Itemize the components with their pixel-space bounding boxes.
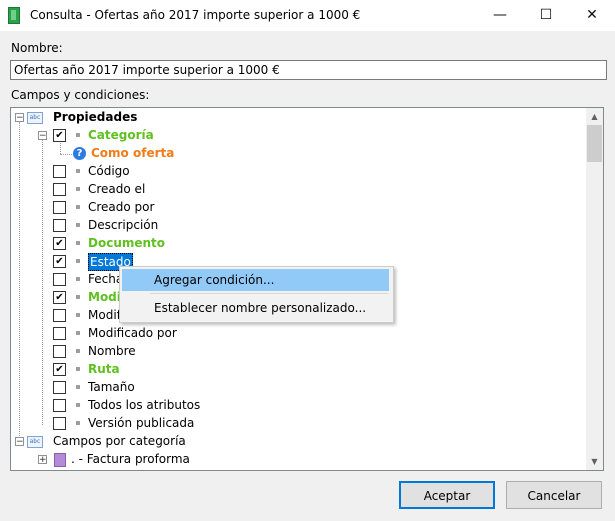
checkbox[interactable] bbox=[53, 399, 66, 412]
scroll-thumb[interactable] bbox=[587, 125, 602, 162]
bullet-icon bbox=[76, 277, 80, 281]
bullet-icon bbox=[76, 295, 80, 299]
cancel-button[interactable]: Cancelar bbox=[506, 481, 602, 509]
maximize-button[interactable]: ☐ bbox=[523, 0, 569, 31]
bullet-icon bbox=[76, 169, 80, 173]
tree-item[interactable]: Descripción bbox=[88, 216, 158, 234]
scroll-up-icon[interactable]: ▲ bbox=[586, 108, 603, 125]
vertical-scrollbar[interactable]: ▲ ▼ bbox=[586, 108, 603, 470]
title-bar: Consulta - Ofertas año 2017 importe supe… bbox=[0, 0, 615, 31]
question-icon: ? bbox=[73, 147, 86, 160]
checkbox[interactable] bbox=[53, 417, 66, 430]
checkbox-checked[interactable]: ✔ bbox=[53, 129, 66, 142]
tree-guide-line bbox=[19, 122, 20, 442]
scroll-down-icon[interactable]: ▼ bbox=[586, 453, 603, 470]
checkbox[interactable] bbox=[53, 219, 66, 232]
tree-item[interactable]: Nombre bbox=[88, 342, 136, 360]
bullet-icon bbox=[76, 259, 80, 263]
tree-item[interactable]: Ruta bbox=[88, 360, 120, 378]
checkbox[interactable] bbox=[53, 345, 66, 358]
tree-item[interactable]: Modif bbox=[88, 306, 121, 324]
checkbox[interactable] bbox=[53, 273, 66, 286]
tree-item[interactable]: Documento bbox=[88, 234, 165, 252]
tree-item-factura-proforma[interactable]: . - Factura proforma bbox=[71, 450, 190, 468]
tree-item[interactable]: Código bbox=[88, 162, 130, 180]
abc-field-icon: abc bbox=[27, 112, 43, 124]
tree-guide-line bbox=[42, 140, 43, 425]
checkbox-checked[interactable]: ✔ bbox=[53, 363, 66, 376]
tree-item-campos-por-categoria[interactable]: Campos por categoría bbox=[53, 432, 186, 450]
tree-item-como-oferta[interactable]: Como oferta bbox=[91, 144, 174, 162]
checkbox[interactable] bbox=[53, 327, 66, 340]
bullet-icon bbox=[76, 223, 80, 227]
tree-guide-line bbox=[60, 140, 61, 154]
tree-item[interactable]: Versión publicada bbox=[88, 414, 194, 432]
window-title: Consulta - Ofertas año 2017 importe supe… bbox=[30, 8, 361, 22]
context-menu: Agregar condición... Establecer nombre p… bbox=[119, 266, 394, 323]
checkbox[interactable] bbox=[53, 381, 66, 394]
tree-item[interactable]: Tamaño bbox=[88, 378, 135, 396]
tree-item[interactable]: Creado el bbox=[88, 180, 145, 198]
name-label: Nombre: bbox=[11, 41, 63, 55]
close-button[interactable]: ✕ bbox=[569, 0, 615, 31]
checkbox[interactable] bbox=[53, 201, 66, 214]
fields-label: Campos y condiciones: bbox=[11, 88, 150, 102]
bullet-icon bbox=[76, 313, 80, 317]
tree-item[interactable]: Creado por bbox=[88, 198, 154, 216]
bullet-icon bbox=[76, 133, 80, 137]
app-icon bbox=[8, 7, 20, 24]
checkbox[interactable] bbox=[53, 183, 66, 196]
tree-guide-line bbox=[60, 154, 72, 155]
bullet-icon bbox=[76, 205, 80, 209]
expand-icon[interactable]: + bbox=[38, 455, 47, 465]
tree-item[interactable]: Todos los atributos bbox=[88, 396, 200, 414]
name-input[interactable]: Ofertas año 2017 importe superior a 1000… bbox=[10, 60, 607, 80]
checkbox[interactable] bbox=[53, 309, 66, 322]
abc-field-icon: abc bbox=[27, 436, 43, 448]
bullet-icon bbox=[76, 385, 80, 389]
tree-item-categoria[interactable]: Categoría bbox=[88, 126, 154, 144]
checkbox-checked[interactable]: ✔ bbox=[53, 255, 66, 268]
minimize-button[interactable]: — bbox=[477, 0, 523, 31]
tree-root-propiedades[interactable]: Propiedades bbox=[53, 108, 137, 126]
tree-item[interactable]: Modificado por bbox=[88, 324, 177, 342]
collapse-icon[interactable]: − bbox=[15, 113, 24, 123]
bullet-icon bbox=[76, 367, 80, 371]
accept-button[interactable]: Aceptar bbox=[399, 481, 495, 509]
menu-separator bbox=[150, 293, 388, 294]
checkbox-checked[interactable]: ✔ bbox=[53, 237, 66, 250]
bullet-icon bbox=[76, 187, 80, 191]
bullet-icon bbox=[76, 241, 80, 245]
bullet-icon bbox=[76, 421, 80, 425]
checkbox-checked[interactable]: ✔ bbox=[53, 291, 66, 304]
collapse-icon[interactable]: − bbox=[15, 437, 24, 447]
bullet-icon bbox=[76, 349, 80, 353]
collapse-icon[interactable]: − bbox=[38, 131, 47, 141]
checkbox[interactable] bbox=[53, 165, 66, 178]
menu-item-add-condition[interactable]: Agregar condición... bbox=[122, 269, 389, 291]
tree-item[interactable]: Fecha bbox=[88, 270, 123, 288]
folder-icon bbox=[54, 453, 66, 467]
menu-item-set-custom-name[interactable]: Establecer nombre personalizado... bbox=[122, 297, 389, 319]
bullet-icon bbox=[76, 331, 80, 335]
bullet-icon bbox=[76, 403, 80, 407]
